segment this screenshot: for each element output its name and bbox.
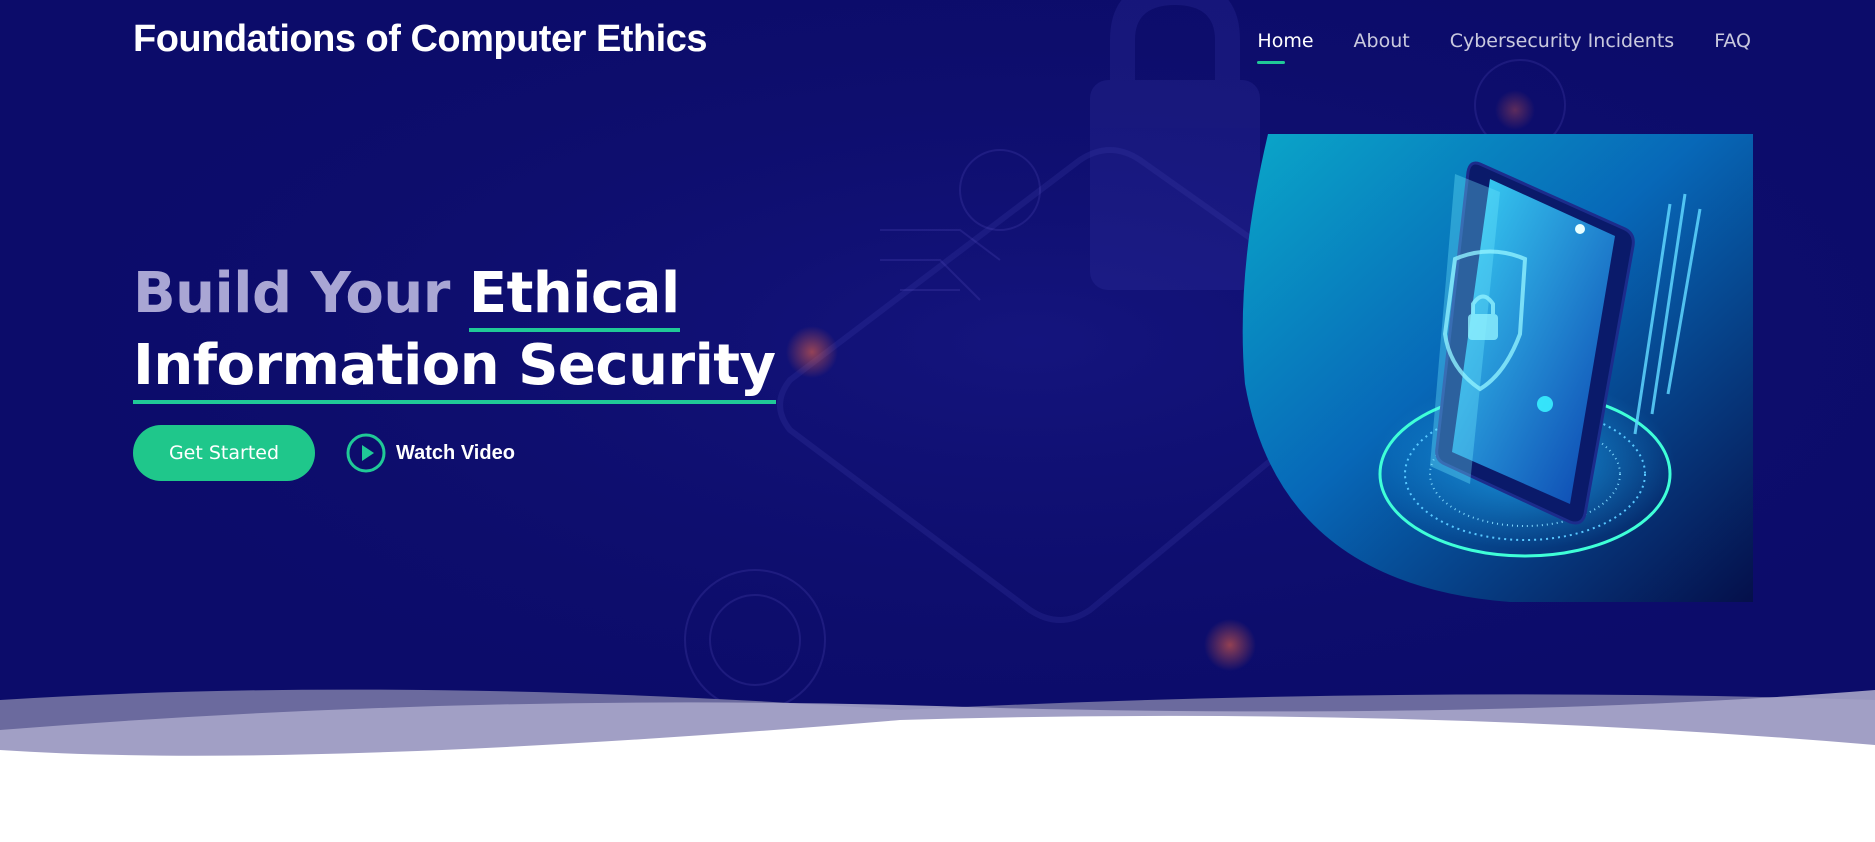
play-circle-icon xyxy=(346,433,386,473)
site-title[interactable]: Foundations of Computer Ethics xyxy=(133,18,707,61)
hero-illustration xyxy=(1242,134,1753,602)
hero-wave-divider xyxy=(0,689,1875,760)
main-nav: Home About Cybersecurity Incidents FAQ xyxy=(1257,30,1751,64)
site-header: Foundations of Computer Ethics Home Abou… xyxy=(0,0,1875,86)
nav-home[interactable]: Home xyxy=(1257,30,1314,64)
watch-video-button[interactable]: Watch Video xyxy=(346,433,515,473)
get-started-button[interactable]: Get Started xyxy=(133,425,315,481)
nav-about[interactable]: About xyxy=(1354,30,1410,52)
watch-video-label: Watch Video xyxy=(396,441,515,464)
nav-cybersecurity-incidents[interactable]: Cybersecurity Incidents xyxy=(1450,30,1674,52)
headline-line2: Information Security xyxy=(133,333,776,404)
nav-faq[interactable]: FAQ xyxy=(1714,30,1751,52)
headline-part1: Build Your xyxy=(133,261,450,326)
hero-cta: Get Started Watch Video xyxy=(133,425,515,481)
hero-section: Foundations of Computer Ethics Home Abou… xyxy=(0,0,1875,760)
hero-headline: Build Your Ethical Information Security xyxy=(133,258,776,404)
headline-part2: Ethical xyxy=(468,261,680,332)
